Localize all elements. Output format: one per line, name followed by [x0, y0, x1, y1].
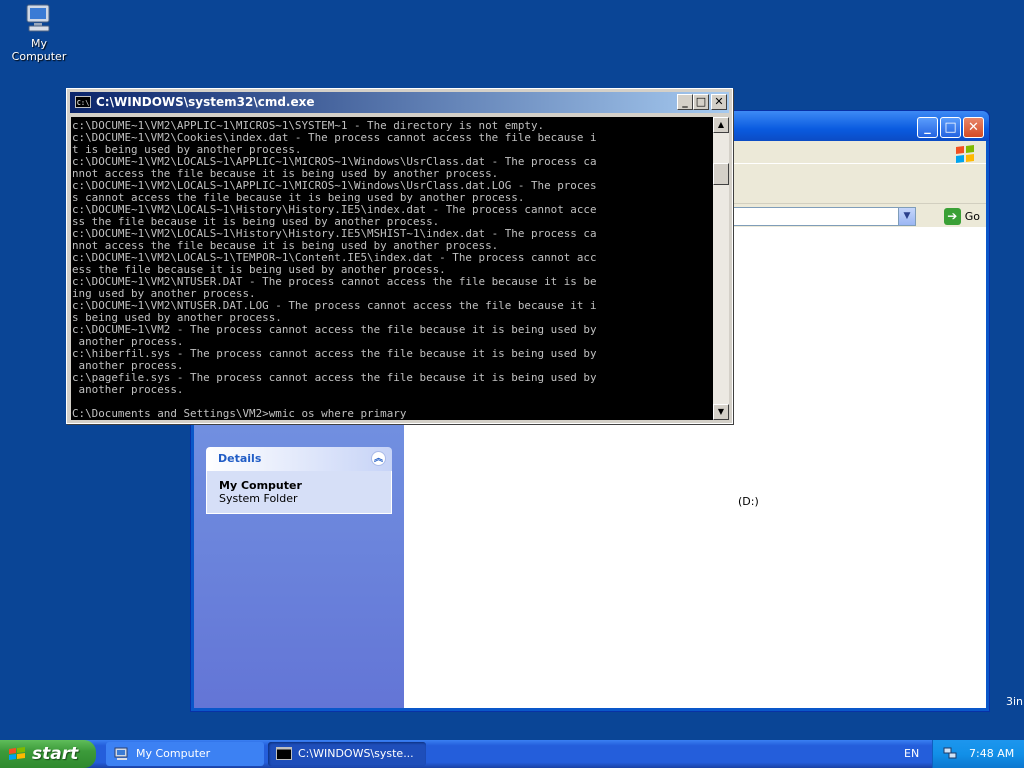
explorer-minimize-button[interactable]: _ — [917, 117, 938, 138]
my-computer-icon — [114, 747, 128, 760]
cmd-close-button[interactable]: ✕ — [711, 94, 727, 110]
cmd-icon: C:\ — [75, 96, 91, 108]
taskbar: start My Computer C:\WINDOWS\syste... EN… — [0, 740, 1024, 768]
details-panel-title: Details — [218, 452, 262, 465]
details-panel-header[interactable]: Details ︽ — [206, 447, 392, 471]
windows-logo-icon — [956, 145, 974, 163]
start-button[interactable]: start — [0, 740, 96, 768]
explorer-close-button[interactable]: ✕ — [963, 117, 984, 138]
language-indicator[interactable]: EN — [904, 740, 919, 768]
network-icon[interactable] — [943, 746, 957, 760]
collapse-chevron-icon[interactable]: ︽ — [371, 451, 386, 466]
details-panel: Details ︽ My Computer System Folder — [206, 447, 392, 514]
scroll-thumb[interactable] — [713, 163, 729, 185]
windows-flag-icon — [9, 747, 25, 760]
console-text: c:\DOCUME~1\VM2\APPLIC~1\MICROS~1\SYSTEM… — [72, 119, 597, 420]
details-panel-body: My Computer System Folder — [206, 471, 392, 514]
desktop-icon-my-computer[interactable]: My Computer — [4, 2, 74, 63]
desktop-icon-label: My Computer — [11, 37, 67, 63]
cmd-maximize-button[interactable]: □ — [693, 94, 709, 110]
taskbar-button-cmd[interactable]: C:\WINDOWS\syste... — [268, 742, 426, 766]
console-scrollbar[interactable]: ▲ ▼ — [713, 117, 729, 420]
system-tray: 7:48 AM — [932, 740, 1024, 768]
cmd-minimize-button[interactable]: _ — [677, 94, 693, 110]
start-label: start — [32, 744, 79, 764]
details-item-name: My Computer — [219, 479, 302, 492]
console-output[interactable]: c:\DOCUME~1\VM2\APPLIC~1\MICROS~1\SYSTEM… — [71, 117, 713, 420]
cmd-title-text: C:\WINDOWS\system32\cmd.exe — [96, 95, 315, 109]
address-dropdown-icon[interactable]: ▼ — [898, 208, 915, 225]
explorer-maximize-button[interactable]: □ — [940, 117, 961, 138]
side-text-fragment: 3in — [1005, 695, 1023, 708]
taskbar-button-my-computer[interactable]: My Computer — [106, 742, 264, 766]
desktop: My Computer _ □ ✕ ▼ ➔ Go Details ︽ My Co… — [0, 0, 1024, 740]
cmd-icon — [276, 747, 292, 760]
go-label: Go — [964, 209, 980, 223]
my-computer-icon — [23, 2, 55, 34]
cmd-window: C:\ C:\WINDOWS\system32\cmd.exe _ □ ✕ c:… — [66, 88, 733, 424]
details-item-type: System Folder — [219, 492, 298, 505]
scroll-down-arrow-icon[interactable]: ▼ — [713, 404, 729, 420]
scroll-up-arrow-icon[interactable]: ▲ — [713, 117, 729, 133]
drive-label-fragment[interactable]: (D:) — [738, 495, 759, 508]
cmd-title-bar[interactable]: C:\ C:\WINDOWS\system32\cmd.exe _ □ ✕ — [70, 92, 729, 113]
go-button[interactable]: ➔ Go — [943, 206, 980, 226]
taskbar-button-label: My Computer — [136, 747, 211, 760]
go-arrow-icon: ➔ — [943, 207, 961, 225]
clock[interactable]: 7:48 AM — [969, 740, 1014, 768]
taskbar-button-label: C:\WINDOWS\syste... — [298, 747, 414, 760]
